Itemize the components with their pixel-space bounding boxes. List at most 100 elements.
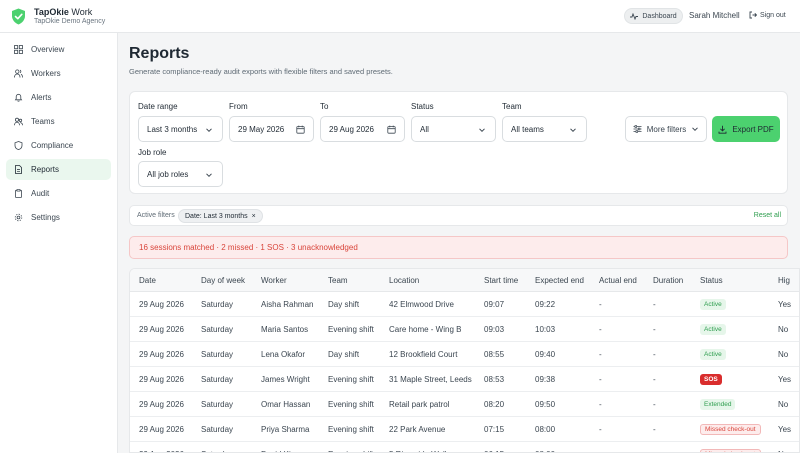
chevron-down-icon [570,128,576,133]
cell-start-time: 08:20 [484,400,505,409]
status-badge: Missed check-out [700,449,761,452]
sign-out-button[interactable]: Sign out [749,11,786,19]
cell-location: 22 Park Avenue [389,425,446,434]
cell-location: 31 Maple Street, Leeds [389,375,472,384]
table-row[interactable]: 29 Aug 2026 Saturday Aisha Rahman Day shift… [130,292,799,317]
status-badge: Active [700,299,726,310]
column-header-worker[interactable]: Worker [261,276,287,285]
status-value: All [420,124,429,134]
cell-date: 29 Aug 2026 [139,425,184,434]
cell-start-time: 08:53 [484,375,505,384]
cell-day: Saturday [201,375,234,384]
status-badge: Active [700,349,726,360]
cell-high-risk: No [778,350,789,359]
table-row[interactable]: 29 Aug 2026 Saturday Omar Hassan Evening sh… [130,392,799,417]
column-header-date[interactable]: Date [139,276,156,285]
active-filters-label: Active filters [137,212,175,219]
clipboard-icon [15,189,22,198]
column-header-actual-end[interactable]: Actual end [599,276,637,285]
cell-actual-end: - [599,425,602,434]
brand-name: TapOkie Work [34,7,93,17]
more-filters-label: More filters [646,124,687,134]
close-icon[interactable]: × [252,213,256,220]
active-filters-bar: Active filters Date: Last 3 months × Res… [129,205,788,226]
sign-out-label: Sign out [760,11,786,19]
column-header-status[interactable]: Status [700,276,723,285]
cell-date: 29 Aug 2026 [139,375,184,384]
cell-team: Evening shift [328,400,374,409]
cell-expected-end: 09:40 [535,350,556,359]
sidebar-item-overview[interactable]: Overview [6,39,111,60]
to-date-input[interactable]: 29 Aug 2026 [320,116,405,142]
sliders-icon [633,125,642,133]
shield-icon [14,141,23,150]
date-range-select[interactable]: Last 3 months [138,116,223,142]
column-header-expected-end[interactable]: Expected end [535,276,584,285]
cell-duration: - [653,400,656,409]
sidebar-item-label: Overview [31,45,65,54]
cell-start-time: 08:55 [484,350,505,359]
sidebar-item-audit[interactable]: Audit [6,183,111,204]
alert-text: 16 sessions matched · 2 missed · 1 SOS ·… [139,243,358,252]
column-header-location[interactable]: Location [389,276,419,285]
sidebar-item-reports[interactable]: Reports [6,159,111,180]
activity-icon [630,12,639,20]
column-header-day[interactable]: Day of week [201,276,245,285]
status-select[interactable]: All [411,116,496,142]
cell-team: Evening shift [328,425,374,434]
sidebar-item-label: Alerts [31,93,52,102]
cell-location: 12 Brookfield Court [389,350,458,359]
column-header-duration[interactable]: Duration [653,276,683,285]
cell-start-time: 07:15 [484,425,505,434]
chevron-down-icon [206,128,212,133]
filter-chip-date[interactable]: Date: Last 3 months × [178,209,263,223]
cell-worker: Aisha Rahman [261,300,314,309]
job-role-select[interactable]: All job roles [138,161,223,187]
table-row[interactable]: 29 Aug 2026 Saturday James Wright Evening s… [130,367,799,392]
chevron-down-icon [479,128,485,133]
cell-high-risk: No [778,325,789,334]
cell-actual-end: - [599,300,602,309]
page-title: Reports [129,45,190,62]
export-pdf-button[interactable]: Export PDF [712,116,780,142]
cell-worker: Priya Sharma [261,425,310,434]
cell-expected-end: 08:00 [535,425,556,434]
table-row[interactable]: 29 Aug 2026 Saturday Lena Okafor Day shift 1… [130,342,799,367]
column-header-high-risk[interactable]: Hig [778,276,790,285]
cell-start-time: 09:03 [484,325,505,334]
sessions-table: Date Day of week Worker Team Location St… [129,268,800,453]
sidebar-item-settings[interactable]: Settings [6,207,111,228]
table-row[interactable]: 29 Aug 2026 Saturday Priya Sharma Evening s… [130,417,799,442]
reset-all-link[interactable]: Reset all [754,212,781,219]
more-filters-button[interactable]: More filters [625,116,707,142]
cell-actual-end: - [599,350,602,359]
sidebar-item-label: Compliance [31,141,74,150]
cell-actual-end: - [599,400,602,409]
team-label: Team [502,102,522,111]
table-row[interactable]: 29 Aug 2026SaturdayDavid KimEvening shif… [130,442,799,452]
dashboard-button[interactable]: Dashboard [624,8,683,24]
team-select[interactable]: All teams [502,116,587,142]
cell-duration: - [653,300,656,309]
column-header-team[interactable]: Team [328,276,348,285]
from-date-input[interactable]: 29 May 2026 [229,116,314,142]
users-icon [14,69,23,78]
cell-duration: - [653,350,656,359]
sidebar-item-alerts[interactable]: Alerts [6,87,111,108]
cell-date: 29 Aug 2026 [139,400,184,409]
cell-worker: Omar Hassan [261,400,311,409]
table-header: Date Day of week Worker Team Location St… [130,269,799,292]
team-value: All teams [511,124,544,134]
sidebar-item-compliance[interactable]: Compliance [6,135,111,156]
sessions-summary-alert: 16 sessions matched · 2 missed · 1 SOS ·… [129,236,788,259]
column-header-start-time[interactable]: Start time [484,276,518,285]
sidebar-item-workers[interactable]: Workers [6,63,111,84]
table-row[interactable]: 29 Aug 2026 Saturday Maria Santos Evening s… [130,317,799,342]
sidebar-item-label: Settings [31,213,60,222]
cell-expected-end: 09:22 [535,300,556,309]
calendar-icon [296,125,305,134]
cell-expected-end: 09:50 [535,400,556,409]
sidebar-item-teams[interactable]: Teams [6,111,111,132]
sidebar: Overview Workers Alerts Teams Compliance… [0,33,118,453]
grid-icon [14,45,23,54]
